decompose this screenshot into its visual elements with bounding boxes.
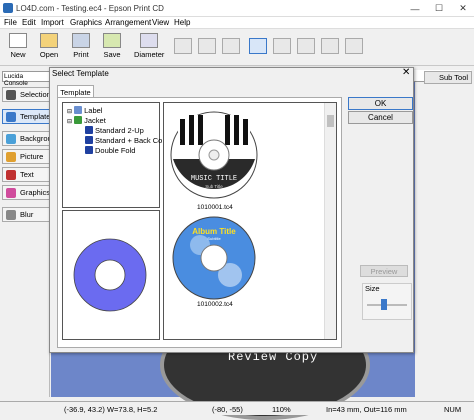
minimize-button[interactable]: —: [404, 0, 426, 17]
thumb-caption-1: 1010001.tc4: [197, 204, 233, 211]
status-coords: (-36.9, 43.2) W=73.8, H=5.2: [64, 405, 158, 414]
back-icon[interactable]: [174, 38, 192, 54]
menu-edit[interactable]: Edit: [22, 18, 36, 27]
close-button[interactable]: ✕: [452, 0, 474, 17]
tree-item-double-fold[interactable]: Double Fold: [85, 146, 135, 155]
preview-disc: [73, 238, 147, 312]
size-label: Size: [365, 284, 380, 293]
save-icon: [103, 33, 121, 48]
thumb-album-title: Album Title: [192, 227, 236, 236]
dialog-title: Select Template: [52, 69, 109, 78]
menu-file[interactable]: File: [4, 18, 17, 27]
sidebar-item-picture[interactable]: Picture: [2, 149, 50, 164]
sidebar-item-selection[interactable]: Selection: [2, 87, 50, 102]
size-slider-track: [367, 304, 407, 306]
cancel-button[interactable]: Cancel: [348, 111, 413, 124]
grid-icon[interactable]: [321, 38, 339, 54]
menu-bar: File Edit Import Graphics Arrangement Vi…: [0, 17, 474, 29]
menu-graphics[interactable]: Graphics: [70, 18, 102, 27]
ok-button[interactable]: OK: [348, 97, 413, 110]
size-slider-handle[interactable]: [381, 299, 387, 310]
tree-item-standard-2up[interactable]: Standard 2-Up: [85, 126, 144, 135]
status-num: NUM: [444, 405, 462, 414]
status-info: In=43 mm, Out=116 mm: [326, 405, 407, 414]
text-icon: [6, 170, 16, 180]
diameter-button[interactable]: Diameter: [134, 33, 164, 63]
maximize-button[interactable]: ☐: [428, 0, 450, 17]
new-icon: [9, 33, 27, 48]
dialog-close-button[interactable]: ✕: [402, 67, 410, 78]
cursor-icon: [6, 90, 16, 100]
toolbar: New Open Print Save Diameter: [0, 30, 474, 66]
title-bar: LO4D.com - Testing.ec4 - Epson Print CD …: [0, 0, 474, 17]
layout-icon[interactable]: [345, 38, 363, 54]
background-icon: [6, 134, 16, 144]
diameter-icon: [140, 33, 158, 48]
menu-arrangement[interactable]: Arrangement: [105, 18, 151, 27]
template-icon: [6, 112, 16, 122]
thumb-album-disc[interactable]: Album Title Subtitle: [170, 215, 260, 301]
thumb-music-disc[interactable]: MUSIC TITLE Sub Title: [170, 107, 260, 205]
sidebar-item-blur[interactable]: Blur: [2, 207, 50, 222]
template-thumbnails: MUSIC TITLE Sub Title 1010001.tc4 Album …: [163, 102, 337, 340]
menu-help[interactable]: Help: [174, 18, 190, 27]
zoom-fit-icon[interactable]: [249, 38, 267, 54]
thumb-music-subtitle: Sub Title: [205, 184, 223, 189]
sidebar-item-template[interactable]: Template: [2, 109, 50, 124]
status-zoom: 110%: [272, 405, 291, 414]
template-file-icon: [85, 146, 93, 154]
jacket-icon: [74, 116, 83, 124]
label-icon: [74, 106, 83, 114]
zoom-out-icon[interactable]: [297, 38, 315, 54]
template-tree: ⊟ Label ⊟ Jacket Standard 2-Up Standard …: [62, 102, 162, 208]
thumb-album-subtitle: Subtitle: [207, 236, 221, 241]
print-button[interactable]: Print: [66, 33, 96, 63]
new-button[interactable]: New: [3, 33, 33, 63]
status-bar: (-36.9, 43.2) W=73.8, H=5.2 (-80, -55) 1…: [0, 401, 474, 415]
template-file-icon: [85, 136, 93, 144]
thumbnail-scrollbar[interactable]: [324, 103, 336, 339]
forward-icon[interactable]: [198, 38, 216, 54]
open-icon: [40, 33, 58, 48]
window-title: LO4D.com - Testing.ec4 - Epson Print CD: [16, 4, 164, 13]
menu-import[interactable]: Import: [41, 18, 64, 27]
right-panel: [415, 82, 471, 397]
sub-tool-button[interactable]: Sub Tool: [424, 71, 472, 84]
status-offset: (-80, -55): [212, 405, 243, 414]
sidebar-item-text[interactable]: Text: [2, 167, 50, 182]
tree-item-standard-back[interactable]: Standard + Back Co: [85, 136, 162, 145]
zoom-in-icon[interactable]: [273, 38, 291, 54]
rotate-icon[interactable]: [222, 38, 240, 54]
app-icon: [3, 3, 13, 13]
print-icon: [72, 33, 90, 48]
picture-icon: [6, 152, 16, 162]
graphics-icon: [6, 188, 16, 198]
save-button[interactable]: Save: [97, 33, 127, 63]
thumb-music-title: MUSIC TITLE: [191, 175, 237, 183]
blur-icon: [6, 210, 16, 220]
template-preview: [62, 210, 160, 340]
sidebar-item-background[interactable]: Backgrou: [2, 131, 50, 146]
font-select[interactable]: Lucida Console: [2, 71, 50, 87]
preview-button[interactable]: Preview: [360, 265, 408, 277]
open-button[interactable]: Open: [34, 33, 64, 63]
scroll-thumb[interactable]: [327, 115, 334, 127]
template-file-icon: [85, 126, 93, 134]
sidebar-item-graphics[interactable]: Graphics: [2, 185, 50, 200]
tree-item-label[interactable]: ⊟ Label: [67, 106, 102, 115]
tree-item-jacket[interactable]: ⊟ Jacket: [67, 116, 106, 125]
menu-view[interactable]: View: [152, 18, 169, 27]
thumb-caption-2: 1010002.tc4: [197, 301, 233, 308]
